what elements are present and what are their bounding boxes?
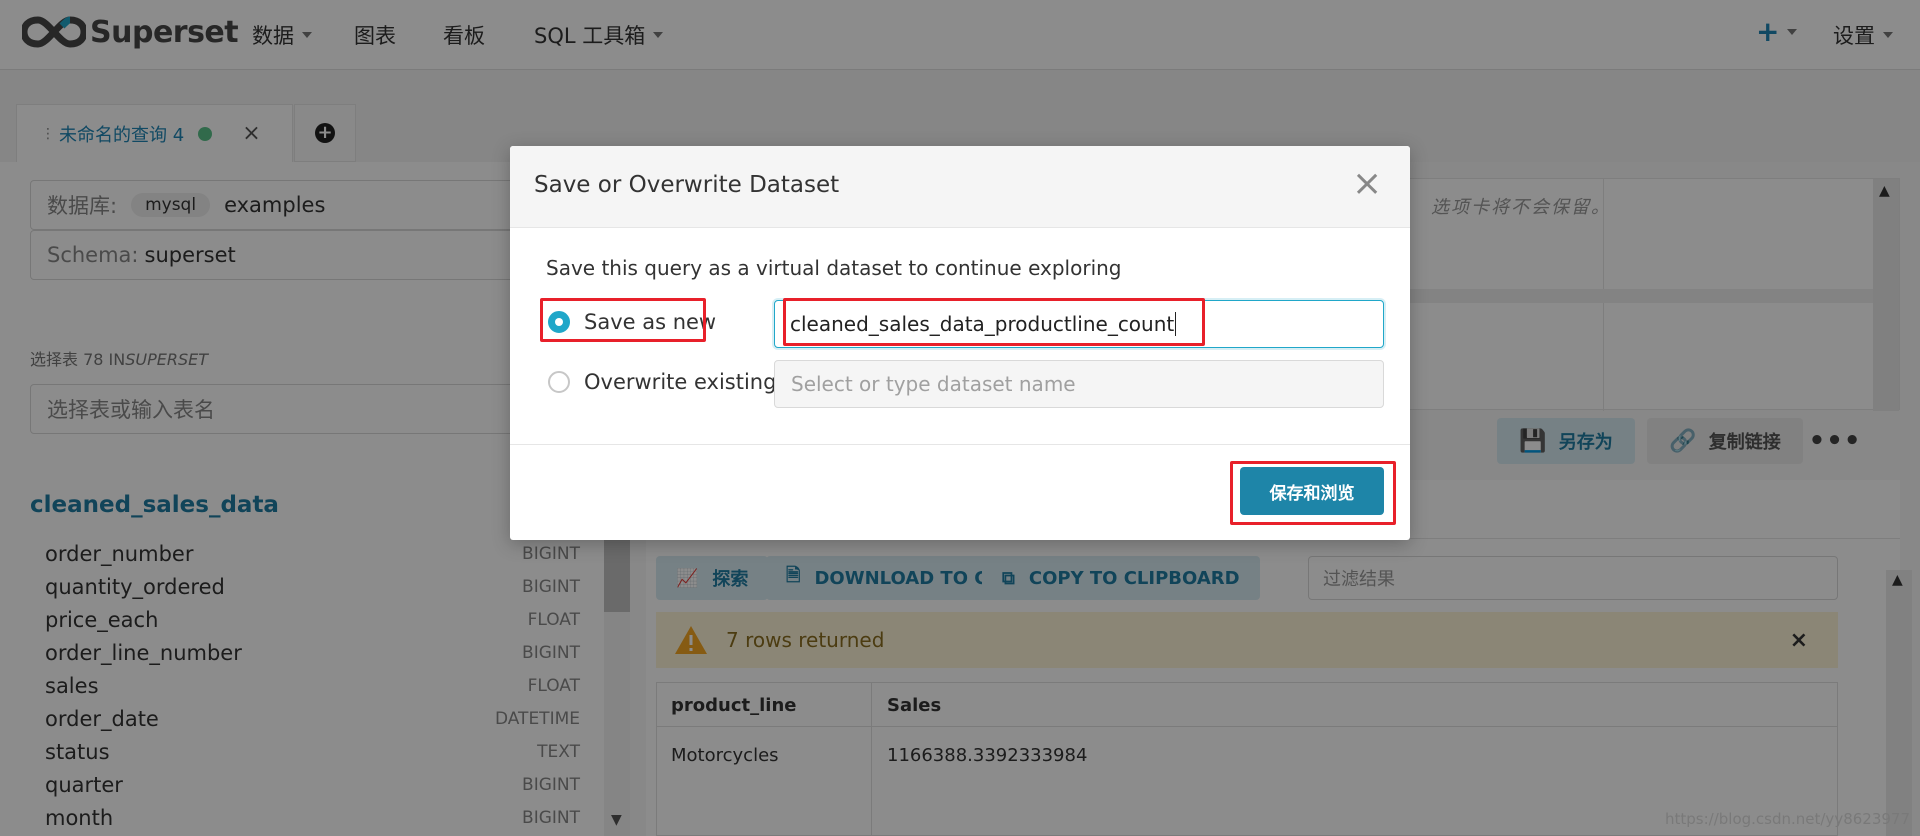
modal-footer-divider	[510, 444, 1410, 445]
overwrite-dataset-select[interactable]: Select or type dataset name	[774, 360, 1384, 408]
highlight-box	[1230, 461, 1396, 525]
overwrite-existing-label: Overwrite existing	[584, 370, 777, 394]
modal-header: Save or Overwrite Dataset ×	[510, 146, 1410, 228]
highlight-box	[783, 298, 1205, 346]
save-dataset-modal: Save or Overwrite Dataset × Save this qu…	[510, 146, 1410, 540]
overwrite-existing-option[interactable]: Overwrite existing	[548, 370, 776, 394]
overwrite-placeholder: Select or type dataset name	[791, 372, 1076, 396]
highlight-box	[540, 298, 706, 342]
modal-title: Save or Overwrite Dataset	[534, 172, 840, 198]
close-icon[interactable]: ×	[1352, 166, 1382, 202]
modal-description: Save this query as a virtual dataset to …	[546, 256, 1122, 280]
radio-unselected-icon[interactable]	[548, 371, 570, 393]
